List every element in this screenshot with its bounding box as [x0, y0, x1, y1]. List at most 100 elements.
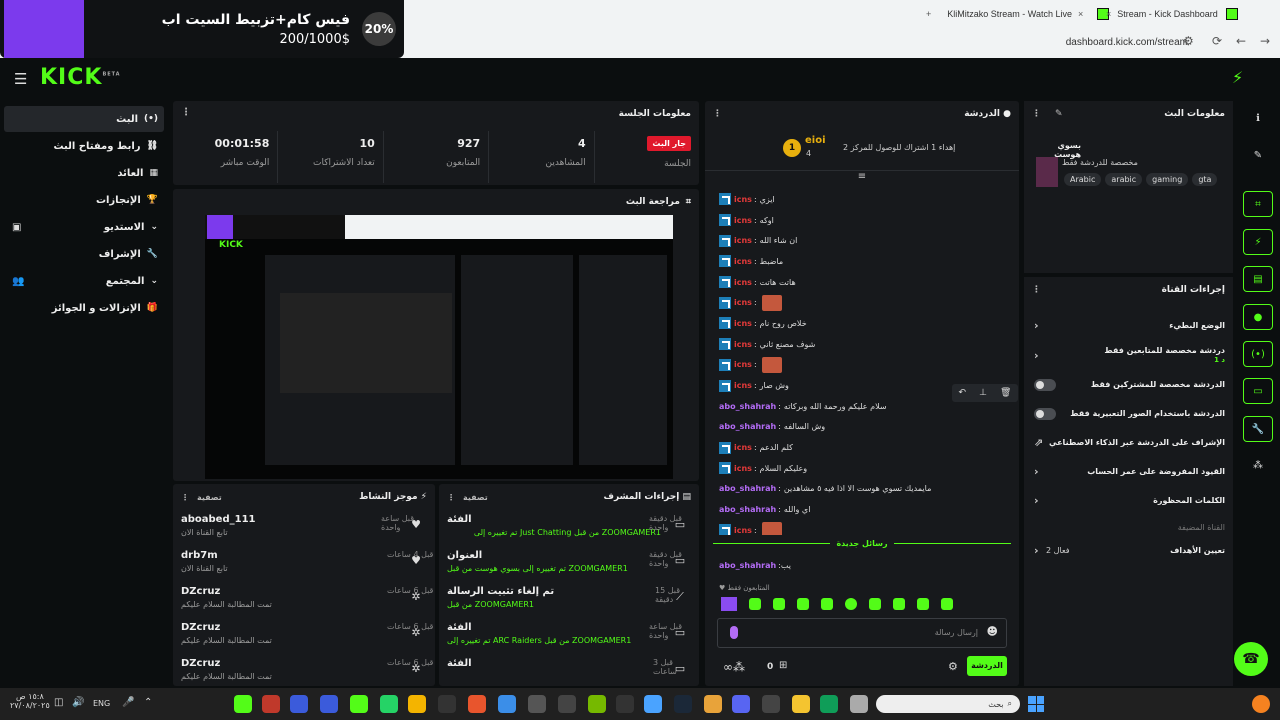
app-icon[interactable] [350, 695, 368, 713]
app-icon[interactable] [234, 695, 252, 713]
emote-icon[interactable] [797, 597, 809, 610]
chat-username[interactable]: icns [734, 236, 752, 245]
sidebar-item-stream-key[interactable]: رابط ومفتاح البث ⛓ [4, 133, 164, 159]
tag-chip[interactable]: gaming [1146, 173, 1189, 186]
sidebar-item-achievements[interactable]: الإنجازات 🏆 [4, 187, 164, 213]
moderation-toggle-icon[interactable]: 🔧 [1243, 416, 1273, 442]
chat-username[interactable]: icns [734, 257, 752, 266]
chat-username[interactable]: icns [734, 464, 752, 473]
add-widget-icon[interactable]: ⁂ [1243, 452, 1273, 478]
emote-icon[interactable] [845, 597, 857, 610]
kick-logo[interactable]: KICKBETA [40, 65, 121, 90]
app-icon[interactable] [616, 695, 634, 713]
info-icon[interactable]: ℹ [1243, 105, 1273, 131]
more-options-icon[interactable]: ⋮ [1032, 285, 1041, 295]
account-age-row[interactable]: › القيود المفروضة على عمر الحساب [1024, 457, 1233, 486]
pin-icon[interactable]: ⊥ [979, 388, 987, 398]
emote-icon[interactable] [917, 597, 929, 610]
chat-toggle-icon[interactable]: ● [1243, 304, 1273, 330]
menu-icon[interactable]: ☰ [14, 70, 27, 88]
emote-only-row[interactable]: الدردشة باستخدام الصور التعبيرية فقط [1024, 399, 1233, 428]
taskbar-search[interactable]: بحث ⌕ [876, 695, 1020, 713]
chat-username[interactable]: abo_shahrah [719, 402, 776, 411]
chat-username[interactable]: icns [734, 319, 752, 328]
app-icon[interactable] [380, 695, 398, 713]
emote-icon[interactable] [821, 597, 833, 610]
volume-icon[interactable]: 🔊 [72, 697, 84, 708]
tag-chip[interactable]: gta [1192, 173, 1218, 186]
site-settings-icon[interactable]: ⚙ [1183, 34, 1194, 48]
tray-expand-icon[interactable]: ⌃ [144, 697, 152, 708]
more-options-icon[interactable]: ⋮ [181, 107, 191, 118]
sidebar-item-revenue[interactable]: العائد ▦ [4, 160, 164, 186]
app-icon[interactable] [468, 695, 486, 713]
emote-icon[interactable] [893, 597, 905, 610]
goals-row[interactable]: › فعال 2 تعيين الأهداف [1024, 536, 1233, 565]
edit-icon[interactable]: ✎ [1243, 142, 1273, 168]
emote-icon[interactable] [721, 596, 737, 611]
mic-icon[interactable] [730, 625, 738, 639]
mod-actions-toggle-icon[interactable]: ▤ [1243, 266, 1273, 292]
notification-icon[interactable]: ◫ [54, 697, 63, 708]
back-icon[interactable]: ← [1236, 34, 1246, 48]
tag-chip[interactable]: arabic [1105, 173, 1143, 186]
emote-icon[interactable] [869, 597, 881, 610]
tab-watch-live[interactable]: + KliMitzako Stream - Watch Live × [920, 4, 1110, 24]
banned-words-row[interactable]: › الكلمات المحظورة [1024, 486, 1233, 515]
chat-username[interactable]: icns [734, 526, 752, 535]
emote-icon[interactable] [749, 597, 761, 610]
undo-icon[interactable]: ↶ [959, 388, 967, 398]
app-icon[interactable] [762, 695, 780, 713]
chat-username[interactable]: icns [734, 360, 752, 369]
emote-icon[interactable] [773, 597, 785, 610]
app-icon[interactable] [408, 695, 426, 713]
help-button[interactable]: ☎ [1234, 642, 1268, 676]
preview-toggle-icon[interactable]: ⌗ [1243, 191, 1273, 217]
reload-icon[interactable]: ⟳ [1212, 34, 1222, 48]
chat-username[interactable]: abo_shahrah [719, 505, 776, 514]
app-icon[interactable] [528, 695, 546, 713]
chat-username[interactable]: icns [734, 340, 752, 349]
app-icon[interactable] [290, 695, 308, 713]
activity-toggle-icon[interactable]: ⚡ [1243, 229, 1273, 255]
chat-username[interactable]: icns [734, 216, 752, 225]
edit-icon[interactable]: ✎ [1055, 109, 1063, 119]
app-icon[interactable] [644, 695, 662, 713]
followers-only-row[interactable]: › دردشة مخصصة للمتابعين فقط 1 د [1024, 340, 1233, 370]
sidebar-item-community[interactable]: 👥 المجتمع ⌄ [4, 268, 164, 294]
quick-actions-icon[interactable]: ⚡ [1232, 68, 1243, 87]
chat-username[interactable]: icns [734, 298, 752, 307]
app-icon[interactable] [558, 695, 576, 713]
ai-moderation-row[interactable]: ⇗ الإشراف على الدردشة عبر الذكاء الاصطناع… [1024, 428, 1233, 457]
sidebar-item-drops[interactable]: الإنزالات و الجوائز 🎁 [4, 295, 164, 321]
emoji-icon[interactable]: ☻ [987, 625, 998, 638]
sidebar-item-stream[interactable]: البث (•) [4, 106, 164, 132]
gift-icon[interactable]: ⊞ [779, 660, 787, 671]
subscribers-only-toggle[interactable] [1034, 378, 1056, 391]
sidebar-item-moderation[interactable]: الإشراف 🔧 [4, 241, 164, 267]
app-icon[interactable] [704, 695, 722, 713]
stream-preview[interactable]: KICK [205, 215, 673, 479]
delete-icon[interactable]: 🗑 [1000, 388, 1011, 398]
chat-username[interactable]: abo_shahrah [719, 484, 776, 493]
start-button[interactable] [1028, 696, 1044, 712]
pinned-collapse-icon[interactable]: ≡ [705, 171, 1019, 185]
sidebar-item-studio[interactable]: ▣ الاستديو ⌄ [4, 214, 164, 240]
mic-tray-icon[interactable]: 🎤 [122, 697, 134, 708]
chat-username[interactable]: icns [734, 443, 752, 452]
app-icon[interactable] [792, 695, 810, 713]
address-bar[interactable]: dashboard.kick.com/stream [1066, 37, 1188, 48]
emote-icon[interactable] [941, 597, 953, 610]
weather-icon[interactable] [1252, 695, 1270, 713]
chat-username[interactable]: icns [734, 381, 752, 390]
app-icon[interactable] [438, 695, 456, 713]
settings-icon[interactable]: ⚙ [948, 660, 958, 673]
chat-username[interactable]: icns [734, 278, 752, 287]
tag-chip[interactable]: Arabic [1064, 173, 1102, 186]
stream-toggle-icon[interactable]: (•) [1243, 341, 1273, 367]
forward-icon[interactable]: → [1260, 34, 1270, 48]
emote-only-toggle[interactable] [1034, 407, 1056, 420]
app-icon[interactable] [262, 695, 280, 713]
app-icon[interactable] [732, 695, 750, 713]
chat-username[interactable]: icns [734, 195, 752, 204]
